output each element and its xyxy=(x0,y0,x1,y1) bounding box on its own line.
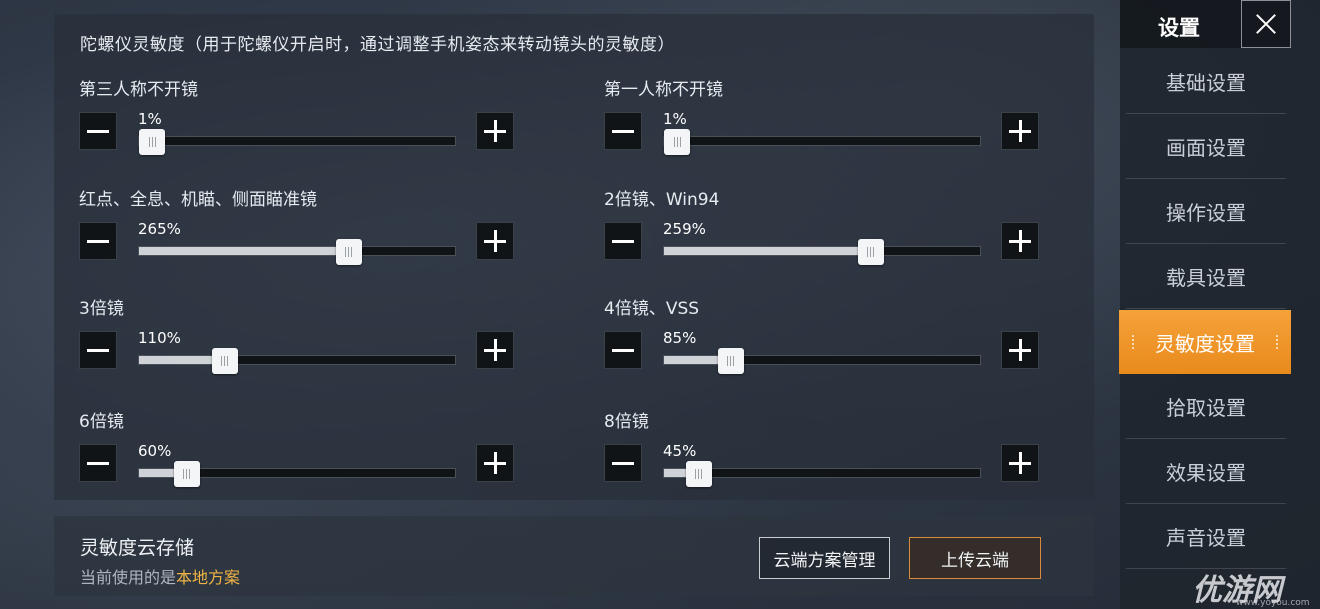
plus-icon-vertical xyxy=(493,120,497,142)
slider-value: 1% xyxy=(663,110,687,128)
minus-icon xyxy=(612,348,634,352)
cloud-storage-title: 灵敏度云存储 xyxy=(80,537,195,559)
slider-label: 3倍镜 xyxy=(79,299,124,319)
slider-label: 红点、全息、机瞄、侧面瞄准镜 xyxy=(79,190,317,210)
sidebar-item-label: 效果设置 xyxy=(1166,461,1246,485)
slider-track[interactable] xyxy=(663,239,981,265)
gyro-sensitivity-panel xyxy=(54,14,1094,500)
plus-icon-vertical xyxy=(493,452,497,474)
sidebar-item-label: 拾取设置 xyxy=(1166,396,1246,420)
current-plan-text: 当前使用的是本地方案 xyxy=(80,564,240,588)
sidebar-item-0[interactable]: 基础设置 xyxy=(1126,50,1286,114)
slider-value: 1% xyxy=(138,110,162,128)
increase-button[interactable] xyxy=(1001,331,1039,369)
plus-icon-vertical xyxy=(493,230,497,252)
slider-track[interactable] xyxy=(138,129,456,155)
sidebar-item-7[interactable]: 声音设置 xyxy=(1126,505,1286,569)
decrease-button[interactable] xyxy=(604,444,642,482)
upload-cloud-button[interactable]: 上传云端 xyxy=(909,537,1041,579)
grip-icon xyxy=(1131,334,1135,350)
slider-fill xyxy=(664,247,870,255)
sidebar-item-1[interactable]: 画面设置 xyxy=(1126,115,1286,179)
slider-handle[interactable] xyxy=(857,239,884,265)
grip-icon xyxy=(1275,334,1279,350)
slider-track[interactable] xyxy=(663,129,981,155)
minus-icon xyxy=(612,461,634,465)
increase-button[interactable] xyxy=(1001,444,1039,482)
slider-label: 第一人称不开镜 xyxy=(604,80,723,100)
slider-handle[interactable] xyxy=(335,239,362,265)
sidebar-item-5[interactable]: 拾取设置 xyxy=(1126,375,1286,439)
plus-icon-vertical xyxy=(493,339,497,361)
plus-icon-vertical xyxy=(1018,120,1022,142)
decrease-button[interactable] xyxy=(79,222,117,260)
decrease-button[interactable] xyxy=(79,112,117,150)
sidebar-title: 设置 xyxy=(1158,16,1200,40)
increase-button[interactable] xyxy=(1001,112,1039,150)
slider-value: 85% xyxy=(663,329,697,347)
sidebar-item-4[interactable]: 灵敏度设置 xyxy=(1119,310,1291,374)
minus-icon xyxy=(87,239,109,243)
close-button[interactable] xyxy=(1241,0,1291,48)
current-plan-prefix: 当前使用的是 xyxy=(80,568,177,587)
slider-track[interactable] xyxy=(663,348,981,374)
slider-track[interactable] xyxy=(138,348,456,374)
slider-fill xyxy=(139,247,348,255)
plus-icon-vertical xyxy=(1018,230,1022,252)
slider-handle[interactable] xyxy=(173,461,200,487)
panel-title: 陀螺仪灵敏度（用于陀螺仪开启时，通过调整手机姿态来转动镜头的灵敏度） xyxy=(80,35,675,55)
sidebar-item-label: 灵敏度设置 xyxy=(1155,331,1255,356)
slider-track[interactable] xyxy=(663,461,981,487)
slider-value: 45% xyxy=(663,442,697,460)
slider-label: 8倍镜 xyxy=(604,412,649,432)
sidebar-item-label: 基础设置 xyxy=(1166,71,1246,95)
sidebar-item-label: 操作设置 xyxy=(1166,201,1246,225)
slider-value: 259% xyxy=(663,220,706,238)
minus-icon xyxy=(612,239,634,243)
minus-icon xyxy=(87,129,109,133)
decrease-button[interactable] xyxy=(79,444,117,482)
minus-icon xyxy=(87,461,109,465)
decrease-button[interactable] xyxy=(604,331,642,369)
slider-handle[interactable] xyxy=(139,129,165,155)
increase-button[interactable] xyxy=(476,444,514,482)
slider-value: 265% xyxy=(138,220,181,238)
increase-button[interactable] xyxy=(1001,222,1039,260)
plus-icon-vertical xyxy=(1018,452,1022,474)
decrease-button[interactable] xyxy=(79,331,117,369)
sidebar-item-2[interactable]: 操作设置 xyxy=(1126,180,1286,244)
decrease-button[interactable] xyxy=(604,222,642,260)
sidebar-item-label: 载具设置 xyxy=(1166,266,1246,290)
increase-button[interactable] xyxy=(476,222,514,260)
slider-value: 110% xyxy=(138,329,181,347)
slider-track[interactable] xyxy=(138,239,456,265)
current-plan-name: 本地方案 xyxy=(176,568,241,587)
sidebar-item-label: 声音设置 xyxy=(1166,526,1246,550)
slider-value: 60% xyxy=(138,442,172,460)
slider-handle[interactable] xyxy=(664,129,690,155)
slider-handle[interactable] xyxy=(717,348,744,374)
slider-label: 第三人称不开镜 xyxy=(79,80,198,100)
slider-handle[interactable] xyxy=(211,348,238,374)
minus-icon xyxy=(612,129,634,133)
slider-label: 6倍镜 xyxy=(79,412,124,432)
decrease-button[interactable] xyxy=(604,112,642,150)
slider-track[interactable] xyxy=(138,461,456,487)
minus-icon xyxy=(87,348,109,352)
slider-label: 2倍镜、Win94 xyxy=(604,190,720,210)
increase-button[interactable] xyxy=(476,331,514,369)
increase-button[interactable] xyxy=(476,112,514,150)
sidebar-item-3[interactable]: 载具设置 xyxy=(1126,245,1286,309)
sidebar-item-label: 画面设置 xyxy=(1166,136,1246,160)
slider-handle[interactable] xyxy=(685,461,712,487)
cloud-plan-manage-button[interactable]: 云端方案管理 xyxy=(759,537,890,579)
watermark-url: www.yoyou.com xyxy=(1236,598,1310,608)
sidebar-item-6[interactable]: 效果设置 xyxy=(1126,440,1286,504)
slider-label: 4倍镜、VSS xyxy=(604,299,700,319)
plus-icon-vertical xyxy=(1018,339,1022,361)
